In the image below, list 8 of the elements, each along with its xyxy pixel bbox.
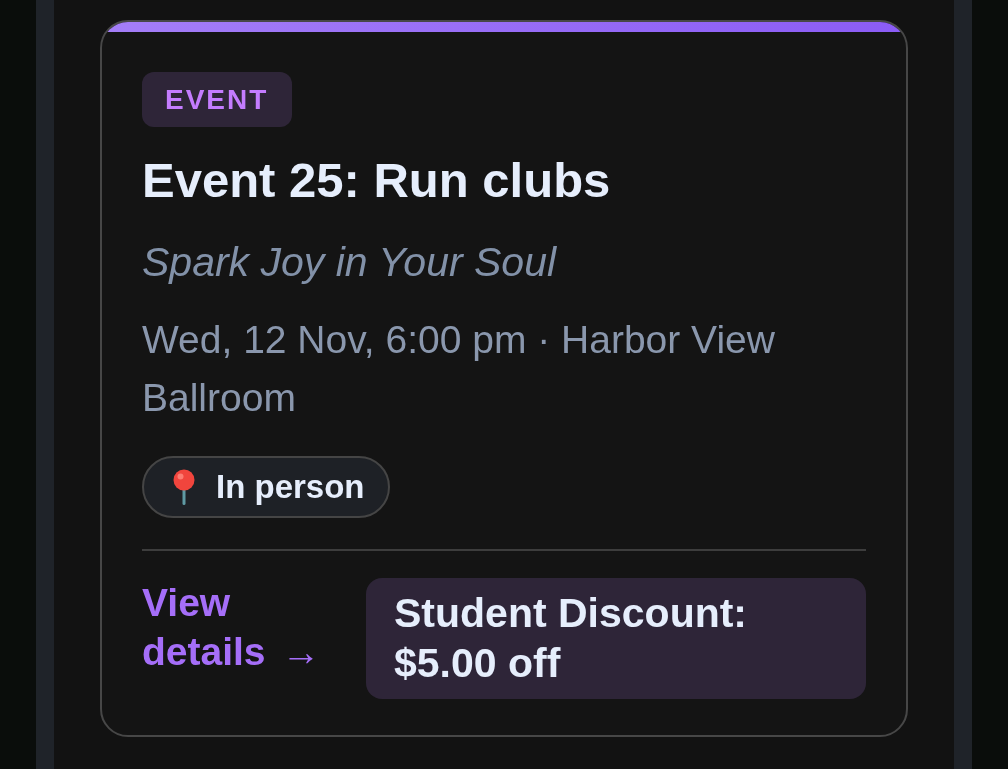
event-title: Event 25: Run clubs [142, 152, 612, 208]
category-tag: EVENT [142, 72, 293, 127]
pin-icon [172, 469, 196, 505]
event-tagline: Spark Joy in Your Soul [142, 238, 558, 287]
discount-banner: Student Discount: $5.00 off [366, 578, 866, 699]
event-date-venue: Wed, 12 Nov, 6:00 pm · Harbor View Ballroom [142, 317, 776, 421]
view-details-link[interactable]: View details → [142, 578, 338, 676]
attendance-label: In person [216, 468, 365, 506]
